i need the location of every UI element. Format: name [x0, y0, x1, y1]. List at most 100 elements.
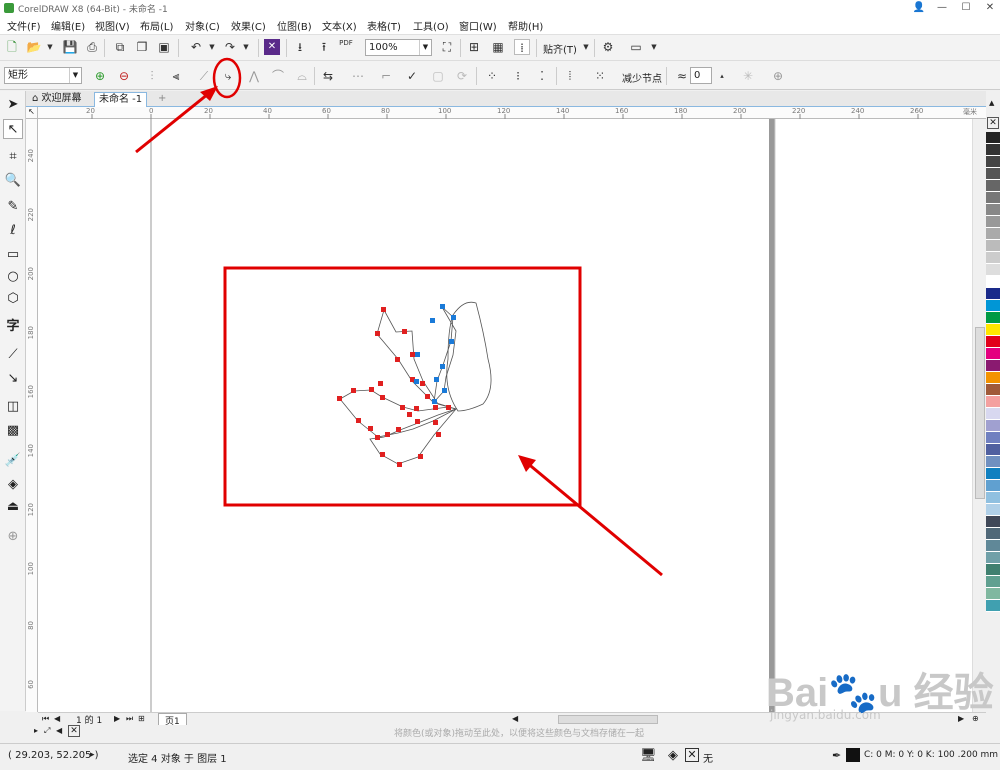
- eyedropper-icon[interactable]: ⤢: [44, 726, 50, 736]
- curve-smoothness-input[interactable]: 0: [690, 67, 712, 84]
- eyedropper-tool-icon[interactable]: 💉: [3, 451, 23, 471]
- undo-icon[interactable]: ↶: [188, 39, 204, 55]
- zoom-level-select[interactable]: 100% ▼: [365, 39, 432, 56]
- extract-subpath-icon[interactable]: ⌐: [378, 68, 394, 84]
- horizontal-scrollbar-thumb[interactable]: [558, 715, 658, 724]
- horizontal-ruler[interactable]: 20 0 20 40 60 80 100 120 140 160 180 200…: [38, 107, 986, 119]
- palette-swatch[interactable]: [986, 540, 1000, 552]
- palette-swatch[interactable]: [986, 456, 1000, 468]
- palette-swatch[interactable]: [986, 492, 1000, 504]
- drop-shadow-icon[interactable]: ◫: [3, 397, 23, 417]
- ruler-origin-icon[interactable]: ↖: [26, 107, 38, 119]
- palette-swatch[interactable]: [986, 312, 1000, 324]
- fill-none-icon[interactable]: ✕: [685, 748, 699, 762]
- menu-help[interactable]: 帮助(H): [508, 18, 543, 33]
- prev-page-icon[interactable]: ◀: [54, 714, 60, 723]
- last-page-icon[interactable]: ⏭: [126, 714, 133, 724]
- delete-node-icon[interactable]: ⊖: [116, 68, 132, 84]
- select-all-nodes-icon[interactable]: ⁙: [592, 68, 608, 84]
- add-page-icon[interactable]: ⊞: [138, 714, 145, 723]
- mirror-h-icon[interactable]: ⁝: [510, 68, 526, 84]
- save-icon[interactable]: 💾: [62, 39, 78, 55]
- palette-swatch[interactable]: [986, 336, 1000, 348]
- open-icon[interactable]: 📂: [26, 39, 42, 55]
- palette-swatch[interactable]: [986, 240, 1000, 252]
- paste-icon[interactable]: ▣: [156, 39, 172, 55]
- scroll-left-icon[interactable]: ◀: [512, 714, 518, 723]
- document-color-settings-icon[interactable]: 🖥: [640, 748, 657, 763]
- elastic-mode-icon[interactable]: ⦙: [562, 68, 578, 84]
- pick-tool-icon[interactable]: ➤: [3, 95, 23, 115]
- stretch-nodes-icon[interactable]: ▢: [430, 68, 446, 84]
- fill-bucket-icon[interactable]: ◈: [668, 748, 678, 763]
- palette-swatch[interactable]: [986, 264, 1000, 276]
- palette-swatch[interactable]: [986, 168, 1000, 180]
- scrollbar-thumb[interactable]: [975, 327, 985, 499]
- palette-swatch[interactable]: [986, 360, 1000, 372]
- add-node-icon[interactable]: ⊕: [92, 68, 108, 84]
- palette-swatch[interactable]: [986, 288, 1000, 300]
- palette-swatch[interactable]: [986, 528, 1000, 540]
- cut-icon[interactable]: ⧉: [112, 39, 128, 55]
- palette-swatch[interactable]: [986, 372, 1000, 384]
- palette-swatch[interactable]: [986, 216, 1000, 228]
- full-screen-icon[interactable]: ⛶: [439, 39, 455, 55]
- outline-color-swatch[interactable]: [846, 748, 860, 762]
- vertical-ruler[interactable]: 240 220 200 180 160 140 120 100 80 60: [26, 119, 38, 712]
- menu-file[interactable]: 文件(F): [7, 18, 41, 33]
- launcher-dropdown-icon[interactable]: ▼: [646, 39, 662, 55]
- shape-tool-icon[interactable]: ↖: [3, 119, 23, 139]
- blue-petal[interactable]: [433, 306, 457, 404]
- rulers-icon[interactable]: ⊞: [466, 39, 482, 55]
- palette-swatch[interactable]: [986, 192, 1000, 204]
- palette-scroll-up-icon[interactable]: ▲: [989, 99, 994, 107]
- redo-dropdown-icon[interactable]: ▼: [238, 39, 254, 55]
- palette-swatch[interactable]: [986, 600, 1000, 612]
- connector-tool-icon[interactable]: ↘: [3, 369, 23, 389]
- no-color-swatch-icon[interactable]: ✕: [987, 117, 999, 129]
- menu-view[interactable]: 视图(V): [95, 18, 130, 33]
- polygon-tool-icon[interactable]: ⬡: [3, 289, 23, 309]
- menu-window[interactable]: 窗口(W): [459, 18, 497, 33]
- palette-swatch[interactable]: [986, 408, 1000, 420]
- palette-swatch[interactable]: [986, 156, 1000, 168]
- menu-object[interactable]: 对象(C): [185, 18, 220, 33]
- menu-table[interactable]: 表格(T): [367, 18, 401, 33]
- join-nodes-icon[interactable]: ⫶: [144, 68, 160, 84]
- to-curve-icon[interactable]: ⤷: [220, 68, 236, 84]
- import-icon[interactable]: ⭳: [292, 39, 308, 55]
- smart-fill-icon[interactable]: ⏏: [3, 497, 23, 517]
- tab-document[interactable]: 未命名 -1: [94, 92, 148, 107]
- palette-swatch[interactable]: [986, 516, 1000, 528]
- break-curve-icon[interactable]: ⫷: [168, 68, 184, 84]
- palette-swatch[interactable]: [986, 300, 1000, 312]
- new-document-icon[interactable]: 🗋: [4, 39, 20, 55]
- palette-swatch[interactable]: [986, 444, 1000, 456]
- reverse-direction-icon[interactable]: ⇆: [320, 68, 336, 84]
- rotate-nodes-icon[interactable]: ⟳: [454, 68, 470, 84]
- menu-text[interactable]: 文本(X): [322, 18, 357, 33]
- palette-swatch[interactable]: [986, 480, 1000, 492]
- mirror-v-icon[interactable]: ⁚: [534, 68, 550, 84]
- vertical-scrollbar[interactable]: [972, 119, 986, 712]
- smooth-node-icon[interactable]: ⌒: [270, 68, 286, 84]
- rectangle-tool-icon[interactable]: ▭: [3, 245, 23, 265]
- cusp-node-icon[interactable]: ⋀: [246, 68, 262, 84]
- next-page-icon[interactable]: ▶: [114, 714, 120, 723]
- object-type-select[interactable]: 矩形 ▼: [4, 67, 82, 84]
- menu-effects[interactable]: 效果(C): [231, 18, 266, 33]
- tab-welcome-screen[interactable]: ⌂ 欢迎屏幕: [28, 92, 86, 107]
- drawing-canvas[interactable]: [38, 119, 986, 712]
- symmetrical-node-icon[interactable]: ⌓: [294, 68, 310, 84]
- add-toolbar-icon[interactable]: ⊕: [770, 68, 786, 84]
- snap-to-dropdown[interactable]: 贴齐(T): [543, 41, 577, 56]
- artistic-media-icon[interactable]: ℓ: [3, 221, 23, 241]
- application-launcher-icon[interactable]: ▭: [628, 39, 644, 55]
- status-arrow-icon[interactable]: ▸: [90, 750, 95, 760]
- palette-swatch[interactable]: [986, 504, 1000, 516]
- user-icon[interactable]: 👤: [907, 0, 931, 16]
- palette-swatch[interactable]: [986, 276, 1000, 288]
- palette-swatch[interactable]: [986, 324, 1000, 336]
- undo-dropdown-icon[interactable]: ▼: [204, 39, 220, 55]
- palette-swatch[interactable]: [986, 348, 1000, 360]
